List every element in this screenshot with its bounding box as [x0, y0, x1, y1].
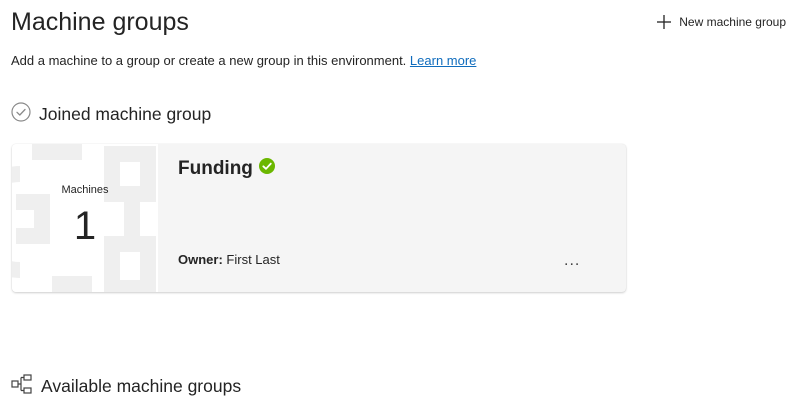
owner-label: Owner: [178, 252, 223, 267]
available-section-header: Available machine groups [11, 374, 241, 399]
description-text: Add a machine to a group or create a new… [11, 53, 407, 68]
group-name: Funding [178, 158, 275, 180]
more-options-button[interactable]: ... [564, 252, 580, 270]
new-machine-group-button[interactable]: New machine group [656, 14, 786, 30]
group-owner: Owner: First Last [178, 252, 280, 267]
page-title: Machine groups [11, 8, 189, 36]
learn-more-link[interactable]: Learn more [410, 53, 476, 68]
owner-value: First Last [226, 252, 280, 267]
machine-group-card[interactable]: Machines 1 Funding Owner: First Last ... [12, 144, 626, 292]
check-circle-filled-icon [258, 158, 275, 180]
machines-tile: Machines 1 [12, 144, 158, 292]
machine-groups-page: Machine groups New machine group Add a m… [0, 0, 812, 401]
joined-section-title: Joined machine group [39, 104, 212, 124]
tree-structure-icon [11, 374, 33, 399]
available-section-title: Available machine groups [41, 376, 242, 396]
group-name-text: Funding [178, 158, 253, 179]
plus-icon [656, 14, 672, 30]
machines-count: 1 [73, 204, 97, 248]
check-circle-outline-icon [11, 102, 31, 127]
machines-label: Machines [61, 184, 109, 196]
new-machine-group-label: New machine group [679, 15, 786, 29]
joined-section-header: Joined machine group [11, 102, 211, 127]
page-description: Add a machine to a group or create a new… [11, 53, 476, 68]
